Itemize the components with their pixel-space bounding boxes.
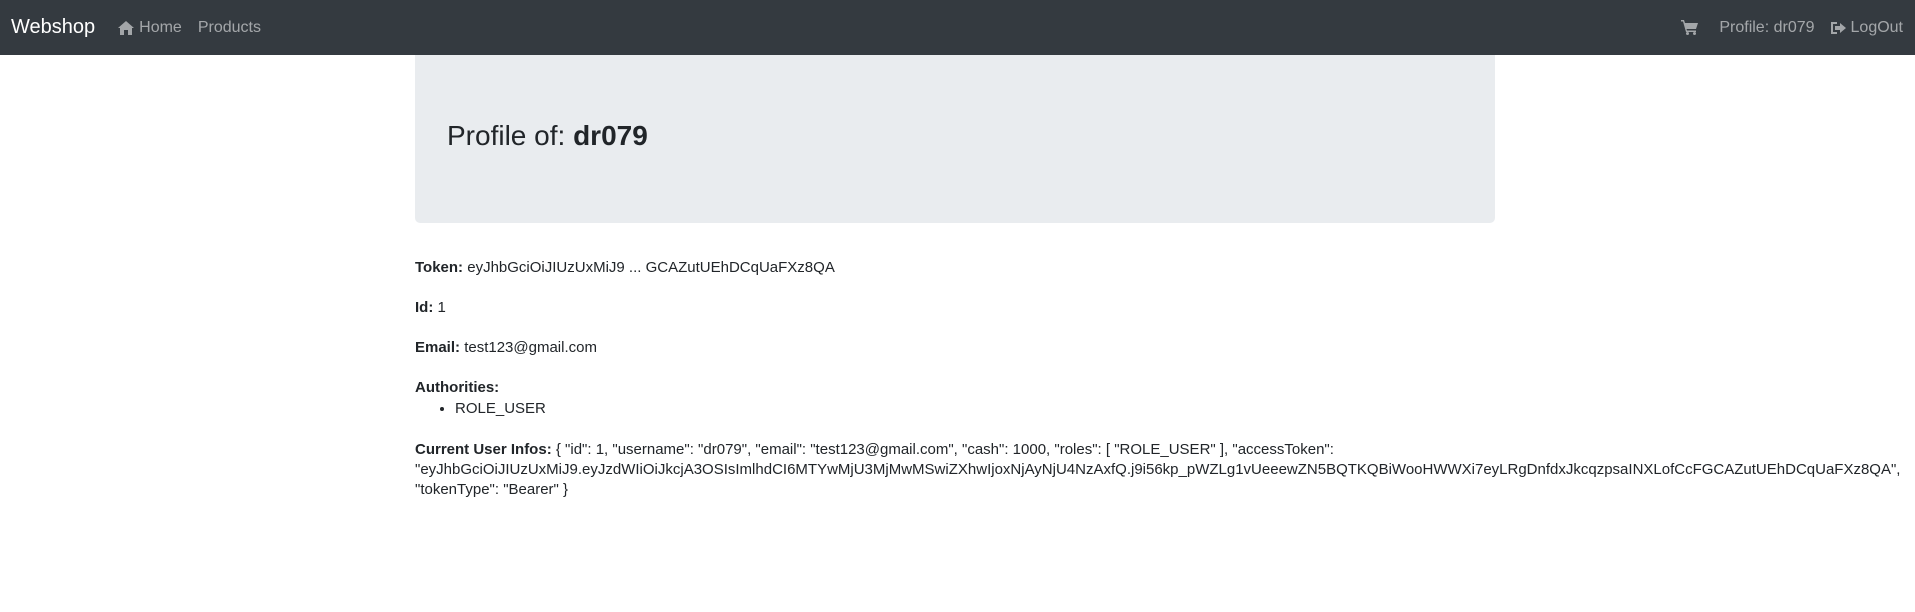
shopping-cart-icon: [1681, 20, 1699, 35]
id-value: 1: [437, 299, 446, 316]
nav-home-label: Home: [139, 18, 182, 36]
navbar-right: Profile: dr079 LogOut: [1665, 19, 1903, 37]
main-container: Profile of: dr079 Token: eyJhbGciOiJIUzU…: [415, 55, 1900, 500]
nav-products-link[interactable]: Products: [198, 19, 261, 37]
current-user-line-3: "tokenType": "Bearer" }: [415, 481, 569, 498]
email-value: test123@gmail.com: [464, 339, 597, 356]
id-label: Id:: [415, 299, 434, 316]
logout-label: LogOut: [1850, 18, 1903, 36]
navbar: Webshop Home Products Profile: dr079 Log…: [0, 0, 1915, 55]
profile-jumbotron: Profile of: dr079: [415, 55, 1495, 223]
current-user-label: Current User Infos:: [415, 441, 552, 458]
sign-out-icon: [1830, 21, 1846, 34]
current-user-line-2: "eyJhbGciOiJIUzUxMiJ9.eyJzdWIiOiJkcjA3OS…: [415, 461, 1901, 478]
logout-link[interactable]: LogOut: [1830, 18, 1903, 37]
current-user-row: Current User Infos: { "id": 1, "username…: [415, 440, 1900, 500]
list-item: ROLE_USER: [455, 398, 1495, 420]
current-user-line-1: { "id": 1, "username": "dr079", "email":…: [555, 441, 1334, 458]
authorities-row: Authorities:: [415, 378, 1495, 398]
id-row: Id: 1: [415, 298, 1495, 318]
token-value: eyJhbGciOiJIUzUxMiJ9 ... GCAZutUEhDCqUaF…: [467, 259, 835, 276]
nav-products-label: Products: [197, 18, 261, 36]
token-row: Token: eyJhbGciOiJIUzUxMiJ9 ... GCAZutUE…: [415, 258, 1495, 278]
home-icon: [118, 20, 135, 35]
email-label: Email:: [415, 339, 461, 356]
brand-link[interactable]: Webshop: [11, 16, 95, 39]
email-row: Email: test123@gmail.com: [415, 338, 1495, 358]
page-title-username: dr079: [573, 120, 648, 151]
cart-link[interactable]: [1681, 20, 1703, 35]
authorities-label: Authorities:: [415, 379, 500, 396]
page-title: Profile of: dr079: [447, 119, 1463, 153]
authorities-list: ROLE_USER: [415, 398, 1495, 420]
token-label: Token:: [415, 259, 464, 276]
profile-info: Token: eyJhbGciOiJIUzUxMiJ9 ... GCAZutUE…: [415, 258, 1900, 500]
page-title-prefix: Profile of:: [447, 120, 566, 151]
profile-link[interactable]: Profile: dr079: [1719, 19, 1814, 37]
nav-home-link[interactable]: Home: [118, 19, 182, 37]
profile-label: Profile: dr079: [1719, 18, 1815, 36]
